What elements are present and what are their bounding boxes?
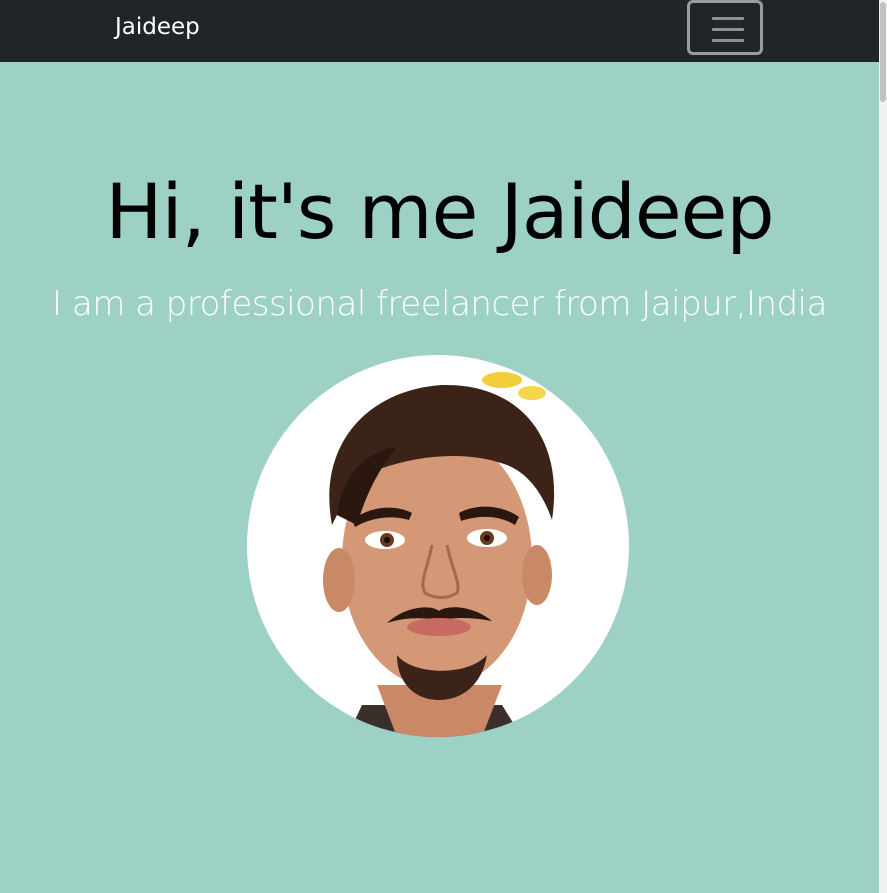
profile-portrait-image — [323, 372, 555, 737]
navbar-toggler-button[interactable] — [687, 0, 763, 55]
navbar: Jaideep — [0, 0, 879, 62]
vertical-scrollbar[interactable] — [879, 0, 887, 893]
hero-subtitle: I am a professional freelancer from Jaip… — [52, 284, 827, 324]
profile-avatar — [247, 355, 629, 737]
hero-section: Hi, it's me Jaideep I am a professional … — [0, 62, 879, 893]
scrollbar-thumb[interactable] — [880, 2, 886, 102]
hero-title: Hi, it's me Jaideep — [105, 167, 774, 256]
navbar-brand[interactable]: Jaideep — [115, 14, 200, 40]
